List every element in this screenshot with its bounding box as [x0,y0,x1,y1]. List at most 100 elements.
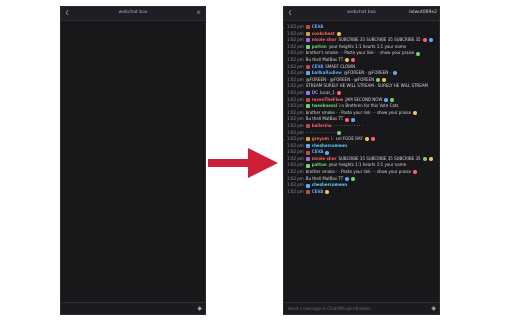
right-arrow-icon [208,148,278,178]
chat-input-bar[interactable]: Send a message in Chat/Whisper/Emotes ◈ [284,302,439,314]
stack-icon[interactable]: ◈ [197,305,202,312]
stack-icon[interactable]: ◈ [431,305,436,312]
chat-message: 1:02 pm CEVA [287,24,436,31]
message-text: · · · · · · · · · · · · [305,129,335,135]
header-username[interactable]: lolwut089e2 [409,10,437,15]
message-username[interactable]: patton [312,44,327,51]
message-timestamp: 1:02 pm [287,103,304,109]
chat-message: 1:02 pm Bu thell MatBas TT [287,116,436,123]
user-badge-icon [305,38,310,43]
message-username[interactable]: ravenTheFlow [312,97,344,104]
emote-icon [336,130,341,135]
message-timestamp: 1:02 pm [287,188,304,194]
message-username[interactable]: CEVA [312,64,324,71]
user-badge-icon [305,71,310,76]
chat-message: 1:02 pm brother smoke · · Paste your link… [287,110,436,117]
user-badge-icon [305,143,310,148]
message-username[interactable]: CEVA [312,24,324,31]
chat-input-placeholder[interactable]: Send a message in Chat/Whisper/Emotes [288,306,371,311]
emote-icon [392,71,397,76]
chat-message: 1:02 pm CEVA [287,189,436,196]
user-badge-icon [305,190,310,195]
message-username[interactable]: ballkaRodlew [312,70,342,77]
message-username[interactable]: ballerina [312,123,332,130]
message-username[interactable]: nicole shor [312,156,337,163]
chat-message: 1:02 pm CEVA SMAEF CLOWN [287,64,436,71]
chat-message-list[interactable]: 1:02 pm CEVA 1:02 pm cookcheat 1:02 pm nicole… [284,22,439,301]
user-badge-icon [305,137,310,142]
message-text: SUBCRIBE 35 SUBCRIBE 35 SUBCRIBE 35 [338,155,421,161]
message-timestamp: 1:02 pm [287,43,304,49]
message-username[interactable]: greyum [312,136,329,143]
emote-icon [345,117,350,122]
chat-message: 1:02 pm nicole shor SUBCRIBE 35 SUBCRIBE 3… [287,156,436,163]
chat-message: 1:02 pm brother's smoke · · Paste your li… [287,50,436,57]
emote-icon [336,91,341,96]
emote-icon [422,157,427,162]
emote-icon [422,38,427,43]
message-timestamp: 1:02 pm [287,109,304,115]
user-badge-icon [305,97,310,102]
message-timestamp: 1:02 pm [287,155,304,161]
chat-message: 1:02 pm Bu thell MatBas TT [287,57,436,64]
message-text: brother smoke · · Paste your link · · sh… [305,109,412,115]
chat-message: 1:02 pm STREAM SURELY HE WILL STREAM · SU… [287,83,436,90]
chat-message: 1:02 pm tweeknessl i:n Brethren for this V… [287,103,436,110]
user-badge-icon [305,104,310,109]
message-text: Bu thell MatBas TT [305,56,344,62]
message-username[interactable]: DC [312,90,318,97]
left-header-title: webchat box [118,10,148,15]
message-timestamp: 1:02 pm [287,175,304,181]
emote-icon [351,117,356,122]
message-timestamp: 1:02 pm [287,122,304,128]
message-text: @FOREEN · @FOREEN · [343,70,391,76]
message-username[interactable]: cheshercomeon [312,143,347,150]
message-timestamp: 1:02 pm [287,83,304,89]
message-timestamp: 1:02 pm [287,56,304,62]
chat-message: 1:02 pm cheshercomeon [287,182,436,189]
message-text: Bu thell MatBas TT [305,116,344,122]
emote-icon [345,58,350,63]
emote-icon [416,51,421,56]
emote-icon [376,78,381,83]
chat-message: 1:02 pm patton your heights 1:1 hearts 1:1… [287,44,436,51]
emote-icon [336,31,341,36]
message-username[interactable]: cookcheat [312,31,335,38]
emote-icon [351,58,356,63]
user-badge-icon [305,163,310,168]
message-text: @FOREEN · @FOREEN · @FOREEN [305,76,375,82]
emote-icon [390,97,395,102]
message-timestamp: 1:02 pm [287,50,304,56]
message-username[interactable]: tweeknessl [312,103,337,110]
emote-icon [325,190,330,195]
chat-message: 1:02 pm DC lucas_1 [287,90,436,97]
message-text: brother smoke · · Paste your link · · sh… [305,169,412,175]
message-username[interactable]: CEVA [312,149,324,156]
message-timestamp: 1:02 pm [287,162,304,168]
chat-message: 1:02 pm ballkaRodlew @FOREEN · @FOREEN · [287,70,436,77]
arrow-head [248,148,278,178]
user-badge-icon [305,91,310,96]
emote-icon [382,78,387,83]
gear-icon[interactable]: ⚙ [197,10,201,16]
message-text: brother's smoke · · Paste your link · · … [305,50,415,56]
message-username[interactable]: patton [312,162,327,169]
chat-message: 1:02 pm cookcheat [287,31,436,38]
left-panel-header: ❮ webchat box ⚙ [61,7,205,21]
left-chat-panel: ❮ webchat box ⚙ ◈ [60,6,206,315]
emote-icon [364,137,369,142]
message-timestamp: 1:02 pm [287,116,304,122]
message-timestamp: 1:02 pm [287,136,304,142]
message-text: your heights 1:1 hearts 1:1 your name [328,162,407,168]
message-timestamp: 1:02 pm [287,37,304,43]
message-username[interactable]: CEVA [312,189,324,196]
user-badge-icon [305,64,310,69]
message-username[interactable]: nicole shor [312,37,337,44]
user-badge-icon [305,150,310,155]
emote-icon [325,150,330,155]
chat-message: 1:02 pm ballerina · · · · · · · · · · · · [287,123,436,130]
message-timestamp: 1:02 pm [287,142,304,148]
message-username[interactable]: cheshercomeon [312,182,347,189]
message-text: Bu thell MatBas TT [305,175,344,181]
emote-icon [345,176,350,181]
